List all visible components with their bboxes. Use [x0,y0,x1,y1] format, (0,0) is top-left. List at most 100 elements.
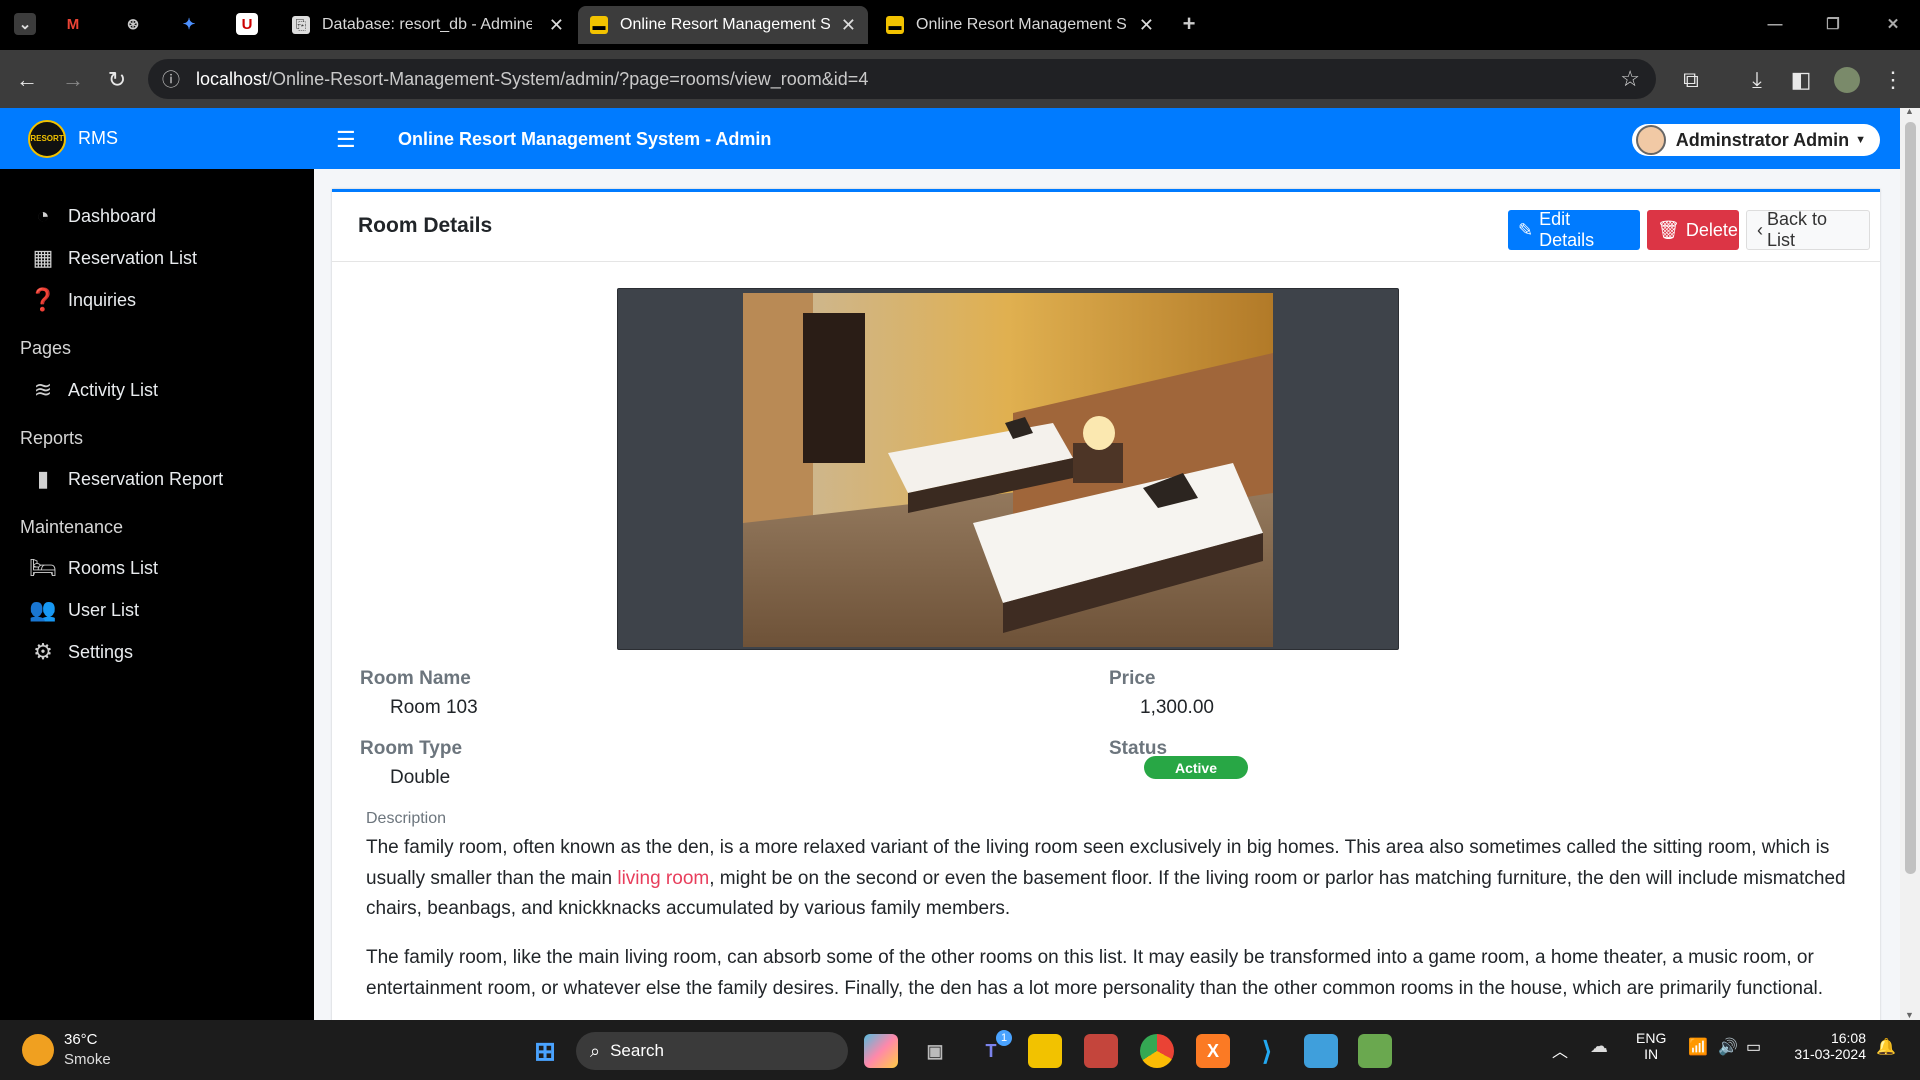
tab-resort-2[interactable]: ▬ Online Resort Management Sys ✕ [874,6,1166,44]
price-label: Price [1109,668,1156,689]
onedrive-icon[interactable]: ☁ [1590,1036,1608,1057]
scroll-up-icon[interactable]: ▲ [1905,106,1914,116]
tab-title: Database: resort_db - Adminer [322,16,532,33]
chatgpt-pinned-tab-icon[interactable]: ⊛ [122,13,144,35]
volume-icon[interactable]: 🔊 [1718,1037,1738,1057]
chrome-icon[interactable] [1140,1034,1174,1068]
back-to-list-button[interactable]: ‹ Back to List [1746,209,1870,250]
sidebar-item-dashboard[interactable]: ◔ Dashboard [28,203,156,229]
delete-button[interactable]: 🗑 Delete [1647,210,1739,250]
task-view-icon[interactable]: ▣ [918,1034,952,1068]
app-title: Online Resort Management System - Admin [398,129,772,149]
trash-icon: 🗑 [1657,219,1680,240]
reload-icon[interactable]: ↻ [104,67,130,93]
weather-icon[interactable] [22,1034,54,1066]
sidebar-item-rooms-list[interactable]: 🛏 Rooms List [28,555,158,581]
sidebar-item-reservation-list[interactable]: ▦ Reservation List [28,245,197,271]
site-info-icon[interactable]: ⓘ [162,66,180,92]
download-icon[interactable]: ⤓ [1744,67,1770,93]
notepad-icon[interactable] [1304,1034,1338,1068]
browser-menu-icon[interactable]: ⋮ [1880,67,1906,93]
delete-label: Delete [1685,219,1738,240]
sidebar: RESORT RMS ◔ Dashboard ▦ Reservation Lis… [0,108,314,1020]
tab-title: Online Resort Management Sys [620,16,830,33]
file-explorer-icon[interactable] [1028,1034,1062,1068]
gemini-pinned-tab-icon[interactable]: ✦ [178,13,200,35]
user-menu[interactable]: Adminstrator Admin ▼ [1631,124,1880,156]
brand-link[interactable]: RESORT RMS [0,108,314,169]
file-icon: ▮ [36,466,50,491]
extensions-icon[interactable]: ⧉ [1678,67,1704,93]
hotel-room-illustration [743,293,1273,647]
swimmer-icon: ≋ [33,377,53,402]
wifi-icon[interactable]: 📶 [1688,1037,1708,1057]
weather-desc: Smoke [64,1051,111,1068]
tab-active[interactable]: ▬ Online Resort Management Sys ✕ [578,6,868,44]
description-paragraph-2: The family room, like the main living ro… [366,947,1824,999]
sidebar-item-user-list[interactable]: 👥 User List [28,597,139,623]
sidebar-item-activity-list[interactable]: ≋ Activity List [28,377,158,403]
start-windows-icon[interactable]: ⊞ [528,1034,562,1068]
xampp-icon[interactable]: X [1196,1034,1230,1068]
tab-title: Online Resort Management Sys [916,16,1126,33]
battery-icon[interactable]: ▭ [1746,1037,1761,1057]
edit-details-button[interactable]: ✎ Edit Details [1508,209,1640,250]
region-code: IN [1644,1046,1659,1062]
pinned-tab-icon[interactable]: U [236,13,258,35]
sidebar-item-label: Dashboard [68,205,157,226]
menu-toggle-icon[interactable]: ☰ [336,127,356,153]
copilot-icon[interactable] [864,1034,898,1068]
room-image [743,293,1273,647]
room-type-label: Room Type [360,738,463,759]
close-tab-icon[interactable]: ✕ [549,15,564,36]
caret-down-icon: ▼ [1855,134,1866,146]
sidebar-item-label: User List [68,599,140,620]
teams-badge: 1 [996,1030,1012,1046]
gmail-pinned-tab-icon[interactable]: M [62,13,84,35]
tray-chevron-icon[interactable]: ︿ [1552,1038,1568,1062]
scrollbar-thumb[interactable] [1905,122,1916,874]
forward-arrow-icon[interactable]: → [60,67,86,93]
notepadpp-icon[interactable] [1358,1034,1392,1068]
side-panel-icon[interactable]: ◧ [1788,67,1814,93]
snipping-tool-icon[interactable] [1084,1034,1118,1068]
user-name: Adminstrator Admin [1675,129,1850,150]
close-tab-icon[interactable]: ✕ [841,15,856,36]
clock[interactable]: 16:08 31-03-2024 [1786,1030,1866,1062]
living-room-link[interactable]: living room [617,868,709,889]
page-scrollbar[interactable]: ▲ ▼ [1900,106,1920,1020]
bookmark-star-icon[interactable]: ☆ [1620,66,1640,92]
tab-search-dropdown-icon[interactable]: ⌄ [14,13,36,35]
sidebar-item-settings[interactable]: ⚙ Settings [28,639,133,665]
vscode-icon[interactable]: ⟩ [1250,1034,1284,1068]
close-window-icon[interactable]: ✕ [1882,13,1904,35]
close-tab-icon[interactable]: ✕ [1139,15,1154,36]
clock-time: 16:08 [1830,1030,1866,1046]
brand-text: RMS [78,128,118,148]
clock-date: 31-03-2024 [1794,1046,1866,1062]
notification-bell-icon[interactable]: 🔔 [1876,1037,1896,1057]
sidebar-menu: ◔ Dashboard ▦ Reservation List ❓ Inquiri… [0,169,314,1020]
sidebar-item-inquiries[interactable]: ❓ Inquiries [28,287,136,313]
resort-logo: RESORT [28,119,66,158]
cogs-icon: ⚙ [33,639,53,664]
windows-taskbar: 36°C Smoke ⊞ ⌕ Search ▣ T 1 X ⟩ ︿ ☁ ENG … [0,1020,1920,1080]
search-icon: ⌕ [590,1040,601,1061]
tab-adminer[interactable]: ⎘ Database: resort_db - Adminer ✕ [280,6,576,44]
users-icon: 👥 [29,597,57,622]
sidebar-item-reservation-report[interactable]: ▮ Reservation Report [28,466,223,492]
status-badge: Active [1144,756,1248,779]
address-bar[interactable]: ⓘ localhost/Online-Resort-Management-Sys… [148,59,1656,99]
sidebar-header-pages: Pages [20,338,72,358]
language-code: ENG [1636,1030,1667,1046]
minimize-icon[interactable]: — [1764,13,1786,35]
restore-icon[interactable]: ❐ [1822,13,1844,35]
language-indicator[interactable]: ENG IN [1636,1030,1666,1062]
new-tab-icon[interactable]: + [1178,11,1200,36]
sidebar-item-label: Reservation Report [68,468,224,489]
profile-avatar[interactable] [1834,67,1860,93]
sidebar-header-reports: Reports [20,428,84,448]
scroll-down-icon[interactable]: ▼ [1905,1010,1914,1020]
taskbar-search[interactable]: ⌕ Search [576,1032,848,1070]
back-arrow-icon[interactable]: ← [14,67,40,93]
